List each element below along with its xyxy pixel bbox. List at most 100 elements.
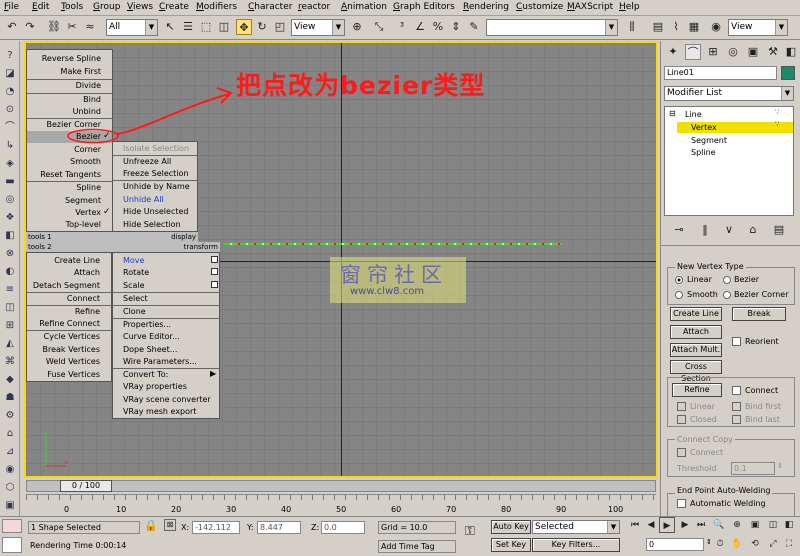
quad-item-convert-to[interactable]: Convert To: — [123, 370, 168, 379]
tool-icon[interactable]: ◪ — [2, 67, 18, 81]
automatic-welding-checkbox[interactable] — [677, 499, 686, 508]
menu-reactor[interactable]: reactor — [298, 2, 330, 12]
tool-icon[interactable]: ◫ — [2, 301, 18, 315]
stack-item-segment[interactable]: Segment — [691, 136, 727, 145]
spinner-icon[interactable]: ⇕ — [706, 538, 712, 546]
quad-item-smooth[interactable]: Smooth — [70, 157, 101, 166]
tool-icon[interactable]: ↳ — [2, 139, 18, 153]
configure-sets-icon[interactable]: ▤ — [771, 222, 787, 238]
select-move-icon[interactable]: ✥ — [236, 19, 252, 35]
attach-button[interactable]: Attach — [670, 325, 722, 339]
time-slider-track[interactable] — [26, 480, 656, 492]
snap-3d-icon[interactable]: ³ — [394, 19, 410, 35]
orbit-icon[interactable]: ⟲ — [747, 536, 763, 552]
layer-manager-icon[interactable]: ▤ — [650, 19, 666, 35]
quad-item-curve-editor[interactable]: Curve Editor... — [123, 332, 180, 341]
tool-icon[interactable]: ◐ — [2, 265, 18, 279]
cross-section-button[interactable]: Cross Section — [670, 360, 722, 383]
quad-item-divide[interactable]: Divide — [76, 81, 101, 90]
zoom-all-icon[interactable]: ⊕ — [729, 517, 745, 533]
show-end-result-icon[interactable]: ‖ — [697, 222, 713, 238]
selection-filter-combo[interactable]: All ▼ — [106, 19, 158, 36]
tool-icon[interactable]: ❖ — [2, 211, 18, 225]
tool-icon[interactable]: ☗ — [2, 391, 18, 405]
menu-create[interactable]: Create — [159, 2, 189, 12]
tool-icon[interactable]: ◭ — [2, 337, 18, 351]
extra-tab-icon[interactable]: ◧ — [783, 44, 799, 60]
tool-icon[interactable]: ⊗ — [2, 247, 18, 261]
settings-box-icon[interactable] — [211, 256, 218, 263]
quad-item-connect[interactable]: Connect — [67, 294, 100, 303]
create-line-button[interactable]: Create Line — [670, 307, 722, 321]
ref-coord-combo[interactable]: View ▼ — [291, 19, 345, 36]
quad-item-reset-tangents[interactable]: Reset Tangents — [40, 170, 101, 179]
x-coord-field[interactable]: -142.112 — [192, 521, 240, 534]
bind-space-warp-icon[interactable]: ≈ — [82, 19, 98, 35]
y-coord-field[interactable]: 8.447 — [257, 521, 301, 534]
radio-bezier-corner[interactable] — [723, 291, 731, 299]
set-key-button[interactable]: Set Key — [491, 538, 531, 552]
quad-item-properties[interactable]: Properties... — [123, 320, 171, 329]
quad-item-unhide-by-name[interactable]: Unhide by Name — [123, 182, 190, 191]
stack-item-line[interactable]: Line — [685, 110, 702, 119]
quad-item-clone[interactable]: Clone — [123, 307, 146, 316]
display-tab-icon[interactable]: ▣ — [745, 44, 761, 60]
refine-button[interactable]: Refine — [672, 383, 722, 397]
motion-tab-icon[interactable]: ◎ — [725, 44, 741, 60]
quad-item-refine[interactable]: Refine — [75, 307, 100, 316]
break-button[interactable]: Break — [732, 307, 786, 321]
quad-item-vray-mesh-export[interactable]: VRay mesh export — [123, 407, 196, 416]
tool-icon[interactable]: ◔ — [2, 85, 18, 99]
next-frame-icon[interactable]: ▶ — [677, 517, 693, 533]
connect-checkbox[interactable] — [732, 386, 741, 395]
walk-icon[interactable]: ⤢ — [765, 536, 781, 552]
tool-icon[interactable]: ⊞ — [2, 319, 18, 333]
quad-item-dope-sheet[interactable]: Dope Sheet... — [123, 345, 177, 354]
create-tab-icon[interactable]: ✦ — [665, 44, 681, 60]
quad-item-scale[interactable]: Scale — [123, 281, 145, 290]
select-rotate-icon[interactable]: ↻ — [254, 19, 270, 35]
auto-key-button[interactable]: Auto Key — [491, 520, 531, 534]
quad-item-reverse-spline[interactable]: Reverse Spline — [42, 54, 101, 63]
percent-snap-icon[interactable]: % — [430, 19, 446, 35]
select-scale-icon[interactable]: ◰ — [272, 19, 288, 35]
make-unique-icon[interactable]: ∨ — [721, 222, 737, 238]
tool-icon[interactable]: ⬡ — [2, 481, 18, 495]
menu-edit[interactable]: Edit — [32, 2, 49, 12]
quad-item-attach[interactable]: Attach — [74, 268, 100, 277]
quad-item-bind[interactable]: Bind — [83, 95, 101, 104]
menu-maxscript[interactable]: MAXScript — [567, 2, 613, 12]
tool-icon[interactable]: ◆ — [2, 373, 18, 387]
quad-item-select[interactable]: Select — [123, 294, 148, 303]
tool-icon[interactable]: ◉ — [2, 463, 18, 477]
quad-item-weld-vertices[interactable]: Weld Vertices — [46, 357, 100, 366]
menu-character[interactable]: Character — [248, 2, 292, 12]
unlink-icon[interactable]: ✂ — [64, 19, 80, 35]
goto-end-icon[interactable]: ⏭ — [693, 517, 709, 533]
stack-item-vertex[interactable]: Vertex — [691, 123, 717, 132]
tool-icon[interactable]: ▣ — [2, 499, 18, 513]
zoom-extents-all-icon[interactable]: ◫ — [765, 517, 781, 533]
quad-item-top-level[interactable]: Top-level — [66, 220, 101, 229]
quad-item-unbind[interactable]: Unbind — [73, 107, 101, 116]
quad-item-fuse-vertices[interactable]: Fuse Vertices — [47, 370, 100, 379]
quad-item-freeze-selection[interactable]: Freeze Selection — [123, 169, 189, 178]
spinner-snap-icon[interactable]: ⇕ — [448, 19, 464, 35]
menu-tools[interactable]: Tools — [61, 2, 83, 12]
maxscript-listener-icon[interactable] — [2, 519, 22, 533]
quad-item-create-line[interactable]: Create Line — [54, 256, 100, 265]
menu-file[interactable]: File — [4, 2, 19, 12]
menu-modifiers[interactable]: Modifiers — [196, 2, 237, 12]
stack-item-spline[interactable]: Spline — [691, 148, 716, 157]
utilities-tab-icon[interactable]: ⚒ — [765, 44, 781, 60]
z-coord-field[interactable]: 0.0 — [321, 521, 365, 534]
tool-icon[interactable]: ⊙ — [2, 103, 18, 117]
attach-mult-button[interactable]: Attach Mult. — [670, 343, 722, 357]
help-icon[interactable]: ? — [2, 49, 18, 63]
radio-smooth[interactable] — [675, 291, 683, 299]
time-config-icon[interactable]: ⏱ — [712, 536, 728, 552]
tool-icon[interactable]: ⚙ — [2, 409, 18, 423]
add-time-tag[interactable]: Add Time Tag — [378, 540, 456, 553]
viewport-combo[interactable]: View ▼ — [728, 19, 788, 36]
quad-item-wire-parameters[interactable]: Wire Parameters... — [123, 357, 197, 366]
